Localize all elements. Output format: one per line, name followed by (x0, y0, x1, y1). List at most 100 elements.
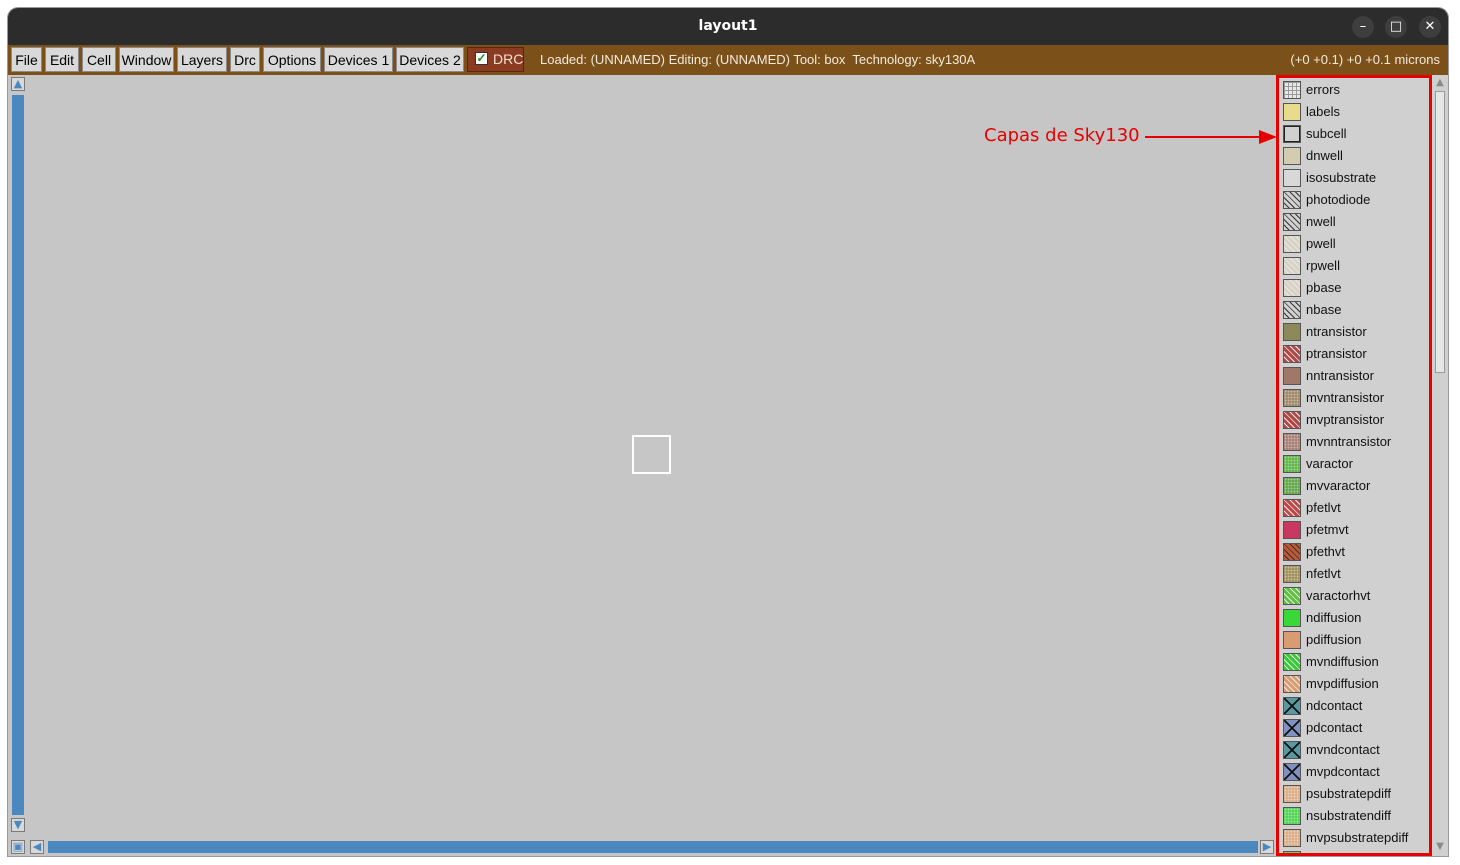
menu-devices-2[interactable]: Devices 2 (396, 47, 464, 72)
menu-edit[interactable]: Edit (45, 47, 79, 72)
vertical-scrollbar[interactable]: ▲ ▼ (8, 75, 28, 838)
layer-swatch-icon[interactable] (1283, 345, 1301, 363)
layer-swatch-icon[interactable] (1283, 675, 1301, 693)
layer-swatch-icon[interactable] (1283, 719, 1301, 737)
layer-item-ntransistor[interactable]: ntransistor (1282, 321, 1428, 343)
layer-swatch-icon[interactable] (1283, 411, 1301, 429)
layer-swatch-icon[interactable] (1283, 521, 1301, 539)
layer-item-nntransistor[interactable]: nntransistor (1282, 365, 1428, 387)
layer-item-pdiffusion[interactable]: pdiffusion (1282, 629, 1428, 651)
layer-swatch-icon[interactable] (1283, 499, 1301, 517)
layer-item-labels[interactable]: labels (1282, 101, 1428, 123)
layer-swatch-icon[interactable] (1283, 829, 1301, 847)
layer-item-pfetmvt[interactable]: pfetmvt (1282, 519, 1428, 541)
layer-swatch-icon[interactable] (1283, 609, 1301, 627)
layer-item-nfetlvt[interactable]: nfetlvt (1282, 563, 1428, 585)
layer-swatch-icon[interactable] (1283, 125, 1301, 143)
layer-item-nsubstratendiff[interactable]: nsubstratendiff (1282, 805, 1428, 827)
menu-devices-1[interactable]: Devices 1 (324, 47, 393, 72)
layer-item-psubstratepdiff[interactable]: psubstratepdiff (1282, 783, 1428, 805)
layer-swatch-icon[interactable] (1283, 763, 1301, 781)
layer-swatch-icon[interactable] (1283, 785, 1301, 803)
layer-scroll-down-icon[interactable]: ▼ (1434, 841, 1446, 853)
layer-item-nbase[interactable]: nbase (1282, 299, 1428, 321)
minimize-button[interactable]: – (1352, 16, 1374, 38)
layer-item-isosubstrate[interactable]: isosubstrate (1282, 167, 1428, 189)
layer-scroll-up-icon[interactable]: ▲ (1434, 77, 1446, 89)
close-button[interactable]: ✕ (1419, 16, 1441, 38)
checkbox-checked-icon[interactable]: ✓ (475, 52, 488, 65)
zoom-box-icon[interactable]: ▣ (11, 840, 25, 854)
title-bar[interactable]: layout1 – □ ✕ (8, 8, 1448, 45)
layer-swatch-icon[interactable] (1283, 565, 1301, 583)
layer-item-varactorhvt[interactable]: varactorhvt (1282, 585, 1428, 607)
layer-swatch-icon[interactable] (1283, 389, 1301, 407)
layer-item-nwell[interactable]: nwell (1282, 211, 1428, 233)
layer-swatch-icon[interactable] (1283, 851, 1301, 853)
layer-item-photodiode[interactable]: photodiode (1282, 189, 1428, 211)
layer-item-mvvaractor[interactable]: mvvaractor (1282, 475, 1428, 497)
scroll-down-icon[interactable]: ▼ (11, 818, 25, 832)
layer-item-mvpdcontact[interactable]: mvpdcontact (1282, 761, 1428, 783)
layer-item-ptransistor[interactable]: ptransistor (1282, 343, 1428, 365)
layer-swatch-icon[interactable] (1283, 235, 1301, 253)
scroll-left-icon[interactable]: ◀ (30, 840, 44, 854)
layer-scroll-thumb[interactable] (1435, 91, 1445, 373)
layer-swatch-icon[interactable] (1283, 741, 1301, 759)
maximize-button[interactable]: □ (1385, 16, 1407, 38)
layer-swatch-icon[interactable] (1283, 455, 1301, 473)
layer-item-pfethvt[interactable]: pfethvt (1282, 541, 1428, 563)
layer-item-pbase[interactable]: pbase (1282, 277, 1428, 299)
scroll-up-icon[interactable]: ▲ (11, 77, 25, 91)
layer-swatch-icon[interactable] (1283, 631, 1301, 649)
layer-swatch-icon[interactable] (1283, 191, 1301, 209)
layer-item-mvpsubstratepdiff[interactable]: mvpsubstratepdiff (1282, 827, 1428, 849)
drc-toggle[interactable]: ✓ DRC (467, 47, 524, 72)
layer-swatch-icon[interactable] (1283, 653, 1301, 671)
layer-swatch-icon[interactable] (1283, 103, 1301, 121)
layer-swatch-icon[interactable] (1283, 433, 1301, 451)
layer-item-pdcontact[interactable]: pdcontact (1282, 717, 1428, 739)
menu-drc[interactable]: Drc (230, 47, 260, 72)
layout-canvas[interactable] (28, 75, 1274, 838)
layer-swatch-icon[interactable] (1283, 697, 1301, 715)
layer-swatch-icon[interactable] (1283, 367, 1301, 385)
layer-item-mvndiffusion[interactable]: mvndiffusion (1282, 651, 1428, 673)
layer-item-mvntransistor[interactable]: mvntransistor (1282, 387, 1428, 409)
layer-item-subcell[interactable]: subcell (1282, 123, 1428, 145)
layer-swatch-icon[interactable] (1283, 807, 1301, 825)
layer-palette-scrollbar[interactable]: ▲ ▼ (1432, 75, 1448, 856)
menu-file[interactable]: File (11, 47, 42, 72)
menu-layers[interactable]: Layers (177, 47, 227, 72)
layer-swatch-icon[interactable] (1283, 279, 1301, 297)
layer-item-mvpdiffusion[interactable]: mvpdiffusion (1282, 673, 1428, 695)
layer-swatch-icon[interactable] (1283, 301, 1301, 319)
horizontal-scroll-trough[interactable] (48, 841, 1258, 853)
layer-item-mvnntransistor[interactable]: mvnntransistor (1282, 431, 1428, 453)
menu-options[interactable]: Options (263, 47, 321, 72)
layer-item-dnwell[interactable]: dnwell (1282, 145, 1428, 167)
layer-item-ndcontact[interactable]: ndcontact (1282, 695, 1428, 717)
layer-swatch-icon[interactable] (1283, 257, 1301, 275)
scroll-right-icon[interactable]: ▶ (1260, 840, 1274, 854)
vertical-scroll-trough[interactable] (12, 95, 24, 815)
layer-item-errors[interactable]: errors (1282, 79, 1428, 101)
layer-item-mvndcontact[interactable]: mvndcontact (1282, 739, 1428, 761)
layer-swatch-icon[interactable] (1283, 587, 1301, 605)
layer-swatch-icon[interactable] (1283, 213, 1301, 231)
layer-swatch-icon[interactable] (1283, 147, 1301, 165)
layer-swatch-icon[interactable] (1283, 477, 1301, 495)
layer-item-varactor[interactable]: varactor (1282, 453, 1428, 475)
layer-item-pwell[interactable]: pwell (1282, 233, 1428, 255)
layer-swatch-icon[interactable] (1283, 543, 1301, 561)
layer-item-rpwell[interactable]: rpwell (1282, 255, 1428, 277)
layer-item-mvptransistor[interactable]: mvptransistor (1282, 409, 1428, 431)
horizontal-scrollbar[interactable]: ▣ ◀ ▶ (8, 838, 1276, 856)
layer-item-pfetlvt[interactable]: pfetlvt (1282, 497, 1428, 519)
layer-swatch-icon[interactable] (1283, 169, 1301, 187)
menu-cell[interactable]: Cell (82, 47, 116, 72)
layer-item-ndiffusion[interactable]: ndiffusion (1282, 607, 1428, 629)
layer-swatch-icon[interactable] (1283, 81, 1301, 99)
layer-item-mvnsubstratendiff[interactable]: mvnsubstratendiff (1282, 849, 1428, 853)
layer-swatch-icon[interactable] (1283, 323, 1301, 341)
